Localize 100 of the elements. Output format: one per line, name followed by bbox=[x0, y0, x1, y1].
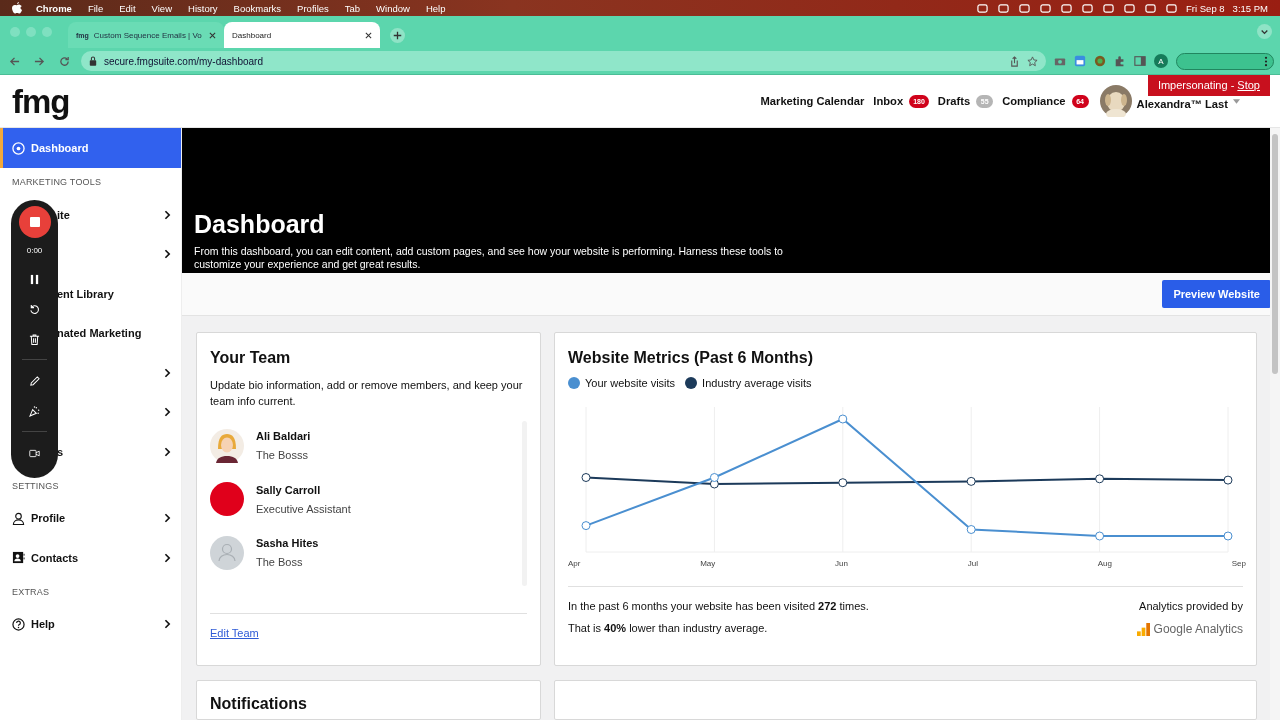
status-icon[interactable] bbox=[1039, 2, 1053, 14]
data-point bbox=[1095, 531, 1105, 541]
video-camera-icon[interactable] bbox=[29, 448, 40, 459]
extension-icon[interactable] bbox=[1074, 55, 1086, 67]
legend-label: Industry average visits bbox=[702, 377, 812, 389]
confetti-icon[interactable] bbox=[29, 406, 40, 417]
status-icon[interactable] bbox=[1165, 2, 1179, 14]
sidebar-item[interactable]: Help bbox=[12, 617, 55, 631]
app-menu[interactable]: Chrome bbox=[36, 2, 72, 14]
menu-item[interactable]: Bookmarks bbox=[233, 2, 282, 14]
profile-button[interactable]: A bbox=[1154, 54, 1168, 68]
page-title: Dashboard bbox=[194, 210, 326, 239]
menu-item[interactable]: View bbox=[151, 2, 172, 14]
status-icon[interactable] bbox=[976, 2, 990, 14]
status-icon[interactable] bbox=[1018, 2, 1032, 14]
reload-icon[interactable] bbox=[59, 55, 70, 67]
extension-icon[interactable] bbox=[1094, 55, 1106, 67]
visits-summary: In the past 6 months your website has been visited 272 times. bbox=[568, 600, 869, 612]
user-menu[interactable]: Alexandra™ Last bbox=[1136, 92, 1228, 110]
menu-item[interactable]: Help bbox=[425, 2, 446, 14]
menu-item[interactable]: Edit bbox=[119, 2, 136, 14]
stop-link[interactable]: Stop bbox=[1237, 79, 1260, 91]
axis-label: Jul bbox=[967, 559, 978, 568]
menu-time: 3:15 PM bbox=[1232, 2, 1268, 14]
recording-time: 0:00 bbox=[26, 246, 43, 255]
member-name: Sally Carroll bbox=[256, 483, 322, 496]
card-title: Your Team bbox=[210, 349, 292, 367]
fmg-logo[interactable]: fmg bbox=[12, 84, 70, 118]
trash-icon[interactable] bbox=[29, 334, 40, 345]
new-tab-icon[interactable] bbox=[390, 28, 405, 43]
restart-icon[interactable] bbox=[29, 304, 40, 315]
address-field[interactable]: secure.fmgsuite.com/my-dashboard bbox=[81, 51, 1046, 71]
back-icon[interactable] bbox=[9, 55, 20, 67]
menu-item[interactable]: Tab bbox=[344, 2, 361, 14]
menu-item[interactable]: File bbox=[87, 2, 104, 14]
chevron-icon[interactable] bbox=[164, 619, 171, 630]
close-icon[interactable] bbox=[365, 31, 372, 39]
nav-link[interactable]: Marketing Calendar bbox=[760, 95, 865, 107]
edit-team-link[interactable]: Edit Team bbox=[210, 627, 259, 639]
bar-chart-icon bbox=[1136, 622, 1150, 636]
comparison-summary: That is 40% lower than industry average. bbox=[568, 622, 769, 634]
browser-tab[interactable]: Dashboard bbox=[224, 22, 380, 48]
axis-label: Jun bbox=[835, 559, 848, 568]
card-description: Update bio information, add or remove members, and keep your team info current. bbox=[210, 378, 524, 409]
sidebar-item[interactable]: s bbox=[57, 445, 64, 458]
chevron-icon[interactable] bbox=[164, 513, 171, 524]
apple-icon[interactable] bbox=[12, 2, 22, 14]
member-role: Executive Assistant bbox=[256, 502, 351, 515]
chevron-icon[interactable] bbox=[164, 249, 171, 260]
sidebar-item[interactable]: Profile bbox=[12, 511, 66, 525]
chevron-icon[interactable] bbox=[164, 367, 171, 378]
card-title: Notifications bbox=[210, 695, 308, 713]
status-icon[interactable] bbox=[997, 2, 1011, 14]
sidebar-item[interactable]: ent Library bbox=[57, 287, 114, 300]
nav-link[interactable]: Inbox bbox=[873, 95, 904, 107]
section-heading: EXTRAS bbox=[11, 585, 51, 599]
camera-icon[interactable] bbox=[1054, 55, 1066, 67]
sidebar-item[interactable]: Dashboard bbox=[12, 141, 89, 155]
status-icon[interactable] bbox=[1060, 2, 1074, 14]
help-icon bbox=[12, 617, 25, 631]
caret-icon[interactable] bbox=[1233, 98, 1240, 104]
member-name: Ali Baldari bbox=[256, 430, 311, 443]
nav-link[interactable]: Compliance bbox=[1002, 95, 1066, 107]
sidebar-item[interactable]: ite bbox=[57, 208, 70, 221]
stop-record-icon[interactable] bbox=[18, 206, 51, 238]
kebab-icon[interactable] bbox=[1264, 55, 1268, 67]
status-icon[interactable] bbox=[1144, 2, 1158, 14]
sidebar-item[interactable]: nated Marketing bbox=[57, 327, 142, 340]
status-icon[interactable] bbox=[1123, 2, 1137, 14]
pencil-icon[interactable] bbox=[29, 376, 40, 387]
menu-item[interactable]: History bbox=[188, 2, 218, 14]
gauge-icon bbox=[12, 141, 25, 155]
menu-item[interactable]: Profiles bbox=[297, 2, 329, 14]
status-icon[interactable] bbox=[1102, 2, 1116, 14]
nav-link[interactable]: Drafts bbox=[937, 95, 971, 107]
data-point bbox=[838, 414, 848, 424]
share-icon[interactable] bbox=[1009, 55, 1020, 67]
chevron-icon[interactable] bbox=[164, 552, 171, 563]
tab-search-icon[interactable] bbox=[1257, 24, 1272, 39]
chevron-icon[interactable] bbox=[164, 407, 171, 418]
menu-item[interactable]: Window bbox=[376, 2, 410, 14]
puzzle-icon[interactable] bbox=[1114, 55, 1126, 67]
status-icon[interactable] bbox=[1081, 2, 1095, 14]
data-point bbox=[581, 521, 591, 531]
data-point bbox=[709, 473, 719, 482]
preview-website-button[interactable]: Preview Website bbox=[1162, 280, 1271, 309]
scrollbar-thumb[interactable] bbox=[1272, 134, 1278, 374]
provider-name: Google Analytics bbox=[1153, 622, 1243, 636]
card-title: Website Metrics (Past 6 Months) bbox=[568, 349, 815, 367]
page-description: From this dashboard, you can edit content, add custom pages, and see how your website is performing. Harness these tools to customize your experience and get great results. bbox=[194, 245, 784, 272]
forward-icon[interactable] bbox=[34, 55, 45, 67]
chevron-icon[interactable] bbox=[164, 209, 171, 220]
legend-label: Your website visits bbox=[585, 377, 676, 389]
chevron-icon[interactable] bbox=[164, 446, 171, 457]
star-icon[interactable] bbox=[1027, 55, 1038, 67]
close-icon[interactable] bbox=[209, 31, 216, 39]
pause-icon[interactable] bbox=[29, 274, 40, 285]
side-panel-icon[interactable] bbox=[1134, 55, 1146, 67]
data-point bbox=[1223, 531, 1233, 541]
sidebar-item[interactable]: Contacts bbox=[12, 551, 79, 565]
